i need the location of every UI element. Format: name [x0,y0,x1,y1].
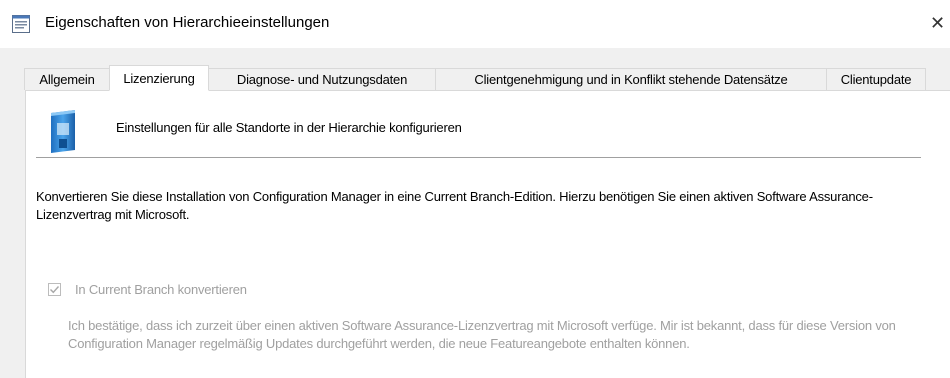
tab-allgemein[interactable]: Allgemein [24,68,110,90]
convert-checkbox[interactable] [48,283,61,296]
close-button[interactable]: ✕ [930,8,950,38]
properties-window-icon [11,14,31,34]
acknowledgement-text: Ich bestätige, dass ich zurzeit über ein… [68,318,896,351]
tab-diagnose-nutzungsdaten[interactable]: Diagnose- und Nutzungsdaten [208,68,436,90]
tab-lizenzierung[interactable]: Lizenzierung [109,65,209,91]
tab-panel-lizenzierung: Einstellungen für alle Standorte in der … [25,90,950,378]
tab-clientgenehmigung[interactable]: Clientgenehmigung und in Konflikt stehen… [435,68,827,90]
tab-clientupdate[interactable]: Clientupdate [826,68,926,90]
convert-checkbox-label: In Current Branch konvertieren [75,282,247,297]
window-title: Eigenschaften von Hierarchieeinstellunge… [45,14,330,31]
title-bar: Eigenschaften von Hierarchieeinstellunge… [0,0,950,48]
description-text: Konvertieren Sie diese Installation von … [36,189,873,222]
hierarchy-settings-icon [48,109,78,155]
panel-header-text: Einstellungen für alle Standorte in der … [116,120,462,135]
divider [36,157,921,159]
